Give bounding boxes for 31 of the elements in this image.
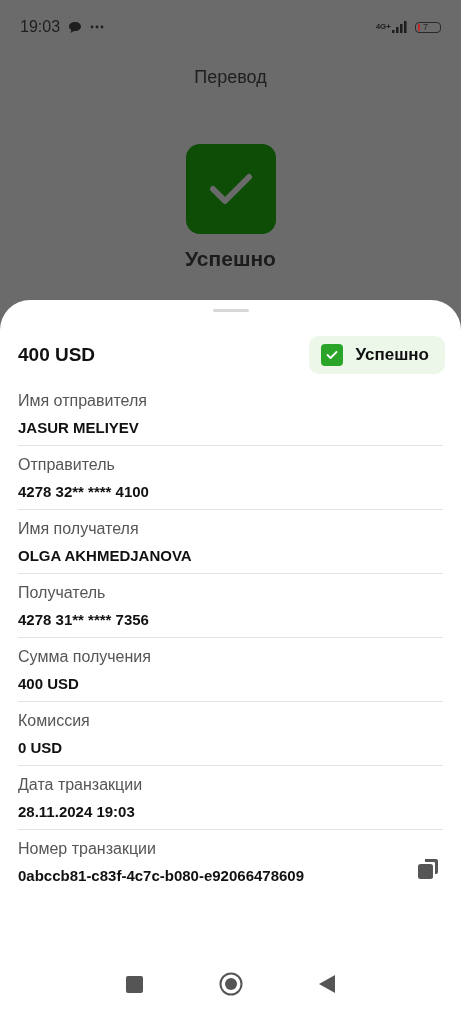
- drag-handle[interactable]: [212, 309, 249, 312]
- field-label: Дата транзакции: [18, 776, 144, 794]
- field-label: Сумма получения: [18, 648, 152, 666]
- field-label: Комиссия: [18, 712, 91, 730]
- field-label: Получатель: [18, 584, 107, 602]
- status-heading: Успешно: [185, 248, 276, 269]
- home-icon[interactable]: [219, 972, 243, 996]
- field-value: 4278 31** **** 7356: [18, 611, 150, 628]
- network-type: 4G+: [375, 23, 391, 31]
- screen-title: Перевод: [194, 67, 267, 88]
- field-value: 28.11.2024 19:03: [18, 803, 136, 820]
- status-label: Успешно: [355, 345, 429, 365]
- field-label: Номер транзакции: [18, 840, 157, 858]
- field-label: Имя получателя: [18, 520, 140, 538]
- signal-icon: [392, 21, 407, 33]
- field-value: 4278 32** **** 4100: [18, 483, 150, 500]
- field-value: JASUR MELIYEV: [18, 419, 140, 436]
- amount: 400 USD: [18, 344, 96, 366]
- success-check-icon: [185, 144, 276, 234]
- field-value: 400 USD: [18, 675, 80, 692]
- status-time: 19:03: [20, 18, 61, 36]
- recent-apps-icon[interactable]: [126, 975, 143, 993]
- field-label: Имя отправителя: [18, 392, 148, 410]
- chat-bubble-icon: [68, 20, 83, 34]
- field-value: 0abccb81-c83f-4c7c-b080-e92066478609: [18, 867, 306, 884]
- more-icon: [90, 25, 105, 29]
- back-icon[interactable]: [319, 975, 335, 993]
- field-label: Отправитель: [18, 456, 116, 474]
- field-value: OLGA AKHMEDJANOVA: [18, 547, 193, 564]
- copy-icon[interactable]: [417, 858, 439, 880]
- field-value: 0 USD: [18, 739, 64, 756]
